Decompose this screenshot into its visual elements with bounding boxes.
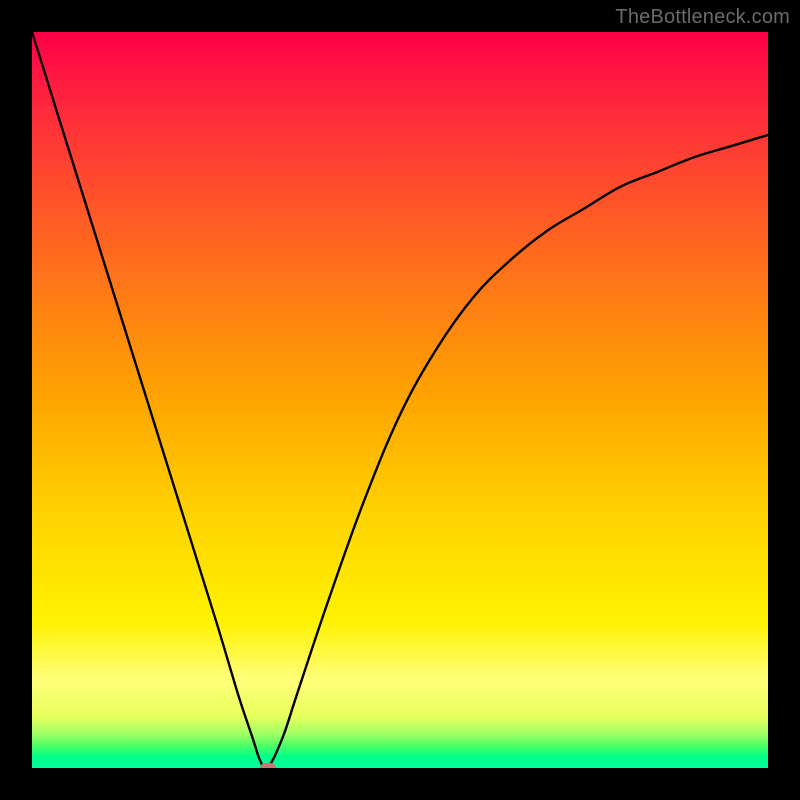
minimum-marker [260,763,276,768]
curve-svg [32,32,768,768]
chart-frame: TheBottleneck.com [0,0,800,800]
bottleneck-curve [32,32,768,768]
plot-area [32,32,768,768]
watermark-text: TheBottleneck.com [615,6,790,29]
